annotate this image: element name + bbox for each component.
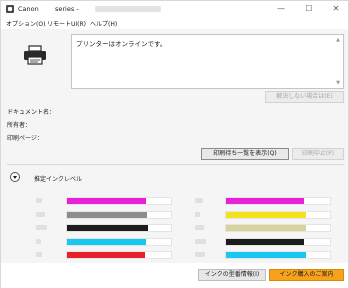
printer-status-window: Canon series - — ☐ ✕ オプション(O) リモートUI(R) …	[0, 0, 349, 288]
ink-name-redacted	[36, 211, 54, 218]
menu-remote-ui[interactable]: リモートUI(R)	[47, 19, 86, 28]
ink-level-row	[36, 210, 176, 221]
ink-model-info-button[interactable]: インクの型番情報(I)	[198, 269, 266, 281]
printed-pages-label: 印刷ページ：	[7, 135, 43, 142]
ink-level-fill	[226, 252, 307, 258]
show-print-queue-button[interactable]: 印刷待ち一覧を表示(Q)	[201, 148, 289, 160]
ink-level-bar	[225, 251, 331, 259]
ink-level-bar	[225, 210, 331, 219]
troubleshoot-button[interactable]: 解決しない場合は(E)	[265, 91, 344, 103]
status-message: プリンターはオンラインです。	[76, 40, 167, 48]
ink-level-fill	[226, 211, 307, 218]
window-title-prefix: Canon	[18, 5, 39, 13]
menu-help[interactable]: ヘルプ(H)	[90, 19, 117, 28]
ink-name-redacted	[36, 225, 54, 231]
ink-level-fill	[67, 198, 147, 204]
ink-level-fill	[226, 198, 304, 204]
ink-level-row	[36, 196, 176, 207]
ink-level-fill	[67, 238, 147, 245]
ink-level-row	[195, 196, 335, 207]
ink-level-bar	[225, 197, 331, 205]
section-divider	[7, 164, 344, 165]
ink-name-redacted	[195, 225, 213, 231]
ink-collapse-toggle-icon[interactable]	[10, 172, 20, 182]
printer-icon	[24, 45, 46, 65]
close-button[interactable]: ✕	[330, 4, 342, 14]
title-bar[interactable]: Canon series - — ☐ ✕	[1, 1, 348, 17]
ink-level-row	[195, 210, 335, 221]
ink-name-redacted	[36, 198, 54, 204]
ink-level-row	[195, 223, 335, 234]
ink-level-bar	[66, 224, 172, 232]
owner-label: 所有者：	[7, 122, 32, 129]
scroll-up-icon[interactable]: ▲	[335, 37, 341, 43]
ink-level-bar	[225, 224, 331, 232]
ink-name-redacted	[195, 211, 213, 218]
ink-name-redacted	[195, 238, 213, 245]
ink-purchase-button[interactable]: インク購入のご案内	[269, 269, 344, 281]
ink-level-bar	[66, 237, 172, 246]
ink-level-title: 推定インクレベル	[34, 176, 83, 183]
window-title-suffix: series -	[55, 5, 79, 13]
status-message-box[interactable]: プリンターはオンラインです。 ▲ ▼	[71, 34, 344, 89]
menu-bar: オプション(O) リモートUI(R) ヘルプ(H)	[1, 17, 348, 29]
ink-level-row	[36, 237, 176, 248]
ink-level-bar	[66, 210, 172, 219]
ink-level-fill	[226, 225, 307, 231]
window-title-redacted	[95, 6, 161, 12]
ink-level-row	[36, 223, 176, 234]
ink-level-fill	[226, 238, 304, 245]
ink-name-redacted	[195, 198, 213, 204]
scroll-down-icon[interactable]: ▼	[335, 80, 341, 86]
document-name-label: ドキュメント名：	[7, 109, 56, 116]
ink-level-row	[195, 250, 335, 261]
ink-level-fill	[67, 252, 145, 258]
ink-level-bar	[225, 237, 331, 246]
ink-name-redacted	[36, 252, 54, 258]
ink-level-row	[36, 250, 176, 261]
ink-level-bar	[66, 197, 172, 205]
ink-name-redacted	[195, 252, 213, 258]
ink-level-fill	[67, 225, 149, 231]
ink-name-redacted	[36, 238, 54, 245]
maximize-button[interactable]: ☐	[303, 4, 315, 14]
ink-level-row	[195, 237, 335, 248]
ink-level-fill	[67, 211, 148, 218]
printer-app-icon	[6, 5, 14, 13]
menu-options[interactable]: オプション(O)	[6, 19, 45, 28]
cancel-printing-button[interactable]: 印刷中止(P)	[292, 148, 344, 160]
ink-level-bar	[66, 251, 172, 259]
minimize-button[interactable]: —	[275, 4, 287, 14]
